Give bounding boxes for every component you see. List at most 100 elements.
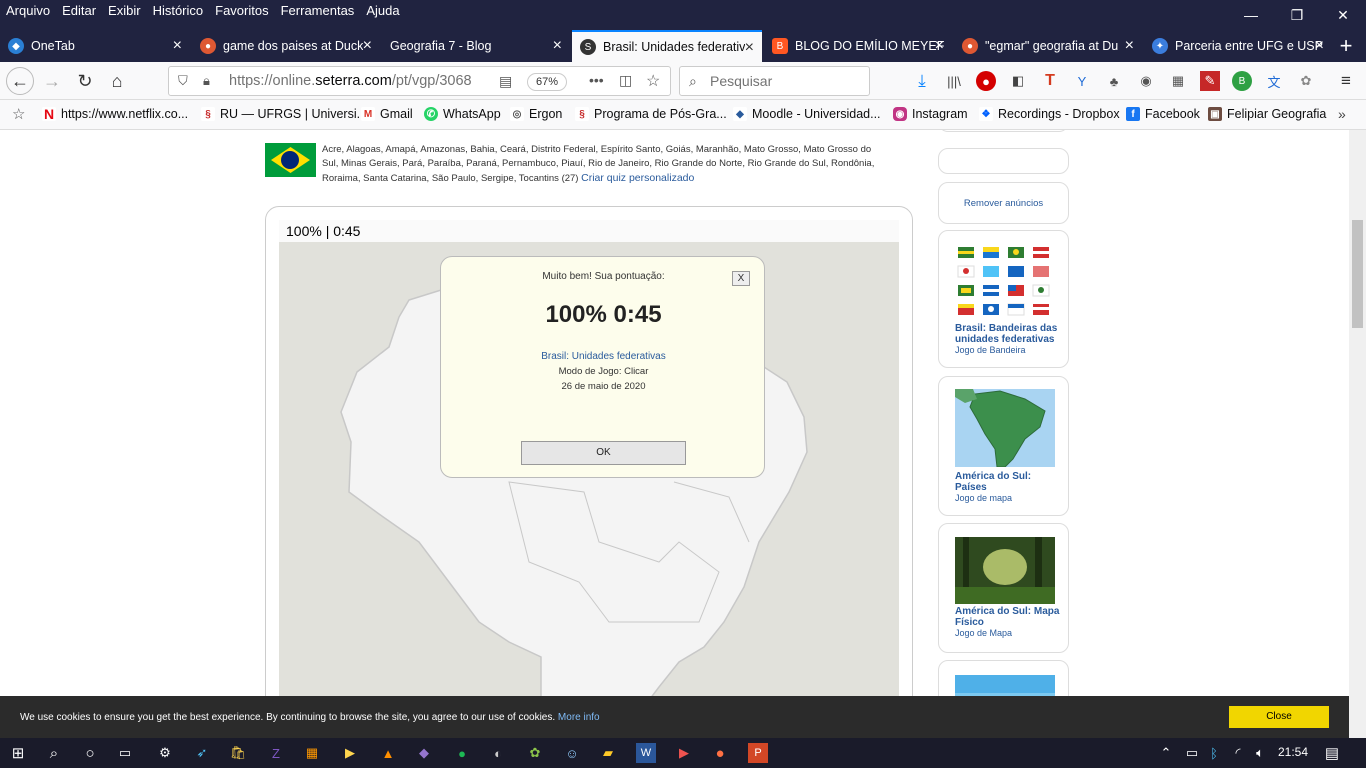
- text-extension-icon[interactable]: T: [1040, 71, 1060, 91]
- task-view-icon[interactable]: ▭: [115, 743, 135, 763]
- close-icon[interactable]: ×: [745, 39, 754, 57]
- download-icon[interactable]: ⤓: [912, 71, 932, 91]
- close-icon[interactable]: ×: [363, 37, 372, 55]
- tab-game-dos-paises[interactable]: ● game dos paises at Duck ×: [192, 30, 380, 62]
- app-z-icon[interactable]: Z: [266, 743, 286, 763]
- discord-icon[interactable]: ☺: [562, 743, 582, 763]
- wifi-icon[interactable]: ◜: [1228, 743, 1248, 763]
- tab-onetab[interactable]: ◆ OneTab ×: [0, 30, 190, 62]
- app-shark-icon[interactable]: ➶: [192, 743, 212, 763]
- card-title[interactable]: América do Sul: Mapa Físico: [955, 606, 1065, 628]
- cookie-more-info-link[interactable]: More info: [558, 712, 600, 723]
- battery-icon[interactable]: ▭: [1182, 743, 1202, 763]
- evernote-icon[interactable]: ♣: [1104, 71, 1124, 91]
- app-plant-icon[interactable]: ✿: [525, 743, 545, 763]
- menu-historico[interactable]: Histórico: [153, 3, 204, 18]
- custom-quiz-link[interactable]: Criar quiz personalizado: [581, 172, 694, 184]
- tab-geografia-7[interactable]: Geografia 7 - Blog ×: [382, 30, 570, 62]
- extension-puzzle-icon[interactable]: ✿: [1296, 71, 1316, 91]
- volume-icon[interactable]: 🔈︎: [1250, 743, 1270, 763]
- app-circle-icon[interactable]: ◐: [488, 743, 508, 763]
- video-editor-icon[interactable]: ▶: [674, 743, 694, 763]
- bookmark-star-icon[interactable]: ☆: [646, 71, 660, 91]
- more-bookmarks-icon[interactable]: »: [1338, 106, 1346, 122]
- close-icon[interactable]: ×: [173, 37, 182, 55]
- close-icon[interactable]: ×: [1125, 37, 1134, 55]
- bookmark-pos-graduacao[interactable]: § Programa de Pós-Gra...: [575, 107, 727, 121]
- extension-red-icon[interactable]: ✎: [1200, 71, 1220, 91]
- card-title[interactable]: América do Sul: Países: [955, 471, 1065, 493]
- media-player-icon[interactable]: ▶: [340, 743, 360, 763]
- bookmarks-star-icon[interactable]: ☆: [12, 105, 25, 123]
- translate-icon[interactable]: 文: [1264, 71, 1284, 91]
- notifications-icon[interactable]: ▤: [1322, 743, 1342, 763]
- search-icon[interactable]: ⌕: [44, 743, 64, 763]
- tracking-shield-icon[interactable]: ⛉: [178, 73, 188, 89]
- bookmark-moodle[interactable]: ◆ Moodle - Universidad...: [733, 107, 881, 121]
- bookmark-instagram[interactable]: ◉ Instagram: [893, 107, 968, 121]
- app-diamond-icon[interactable]: ◆: [414, 743, 434, 763]
- file-explorer-icon[interactable]: ▰: [598, 743, 618, 763]
- menu-editar[interactable]: Editar: [62, 3, 96, 18]
- sidebar-icon[interactable]: ◧: [1008, 71, 1028, 91]
- lock-icon[interactable]: 🔒︎: [203, 73, 210, 89]
- url-bar[interactable]: ⛉ 🔒︎ https://online.seterra.com/pt/vgp/3…: [168, 66, 671, 96]
- windows-start-icon[interactable]: ⊞: [8, 743, 28, 763]
- powerpoint-icon[interactable]: P: [748, 743, 768, 763]
- reader-view-icon[interactable]: ▤: [499, 73, 512, 90]
- word-icon[interactable]: W: [636, 743, 656, 763]
- taskbar-clock[interactable]: 21:54: [1278, 745, 1308, 759]
- page-actions-icon[interactable]: •••: [589, 72, 604, 88]
- back-button[interactable]: ←: [6, 67, 34, 95]
- close-window-button[interactable]: ✕: [1320, 0, 1366, 30]
- page-scrollbar[interactable]: [1349, 130, 1366, 738]
- library-icon[interactable]: |||\: [944, 71, 964, 91]
- bookmark-netflix[interactable]: Nhttps://www.netflix.co...: [42, 106, 188, 122]
- close-icon[interactable]: ×: [1315, 37, 1324, 55]
- close-icon[interactable]: ×: [553, 37, 562, 55]
- store-icon[interactable]: 🛍︎: [228, 743, 248, 763]
- close-icon[interactable]: ×: [935, 37, 944, 55]
- firefox-icon[interactable]: ●: [710, 743, 730, 763]
- search-input[interactable]: ⌕ Pesquisar: [679, 66, 870, 96]
- settings-gear-icon[interactable]: ⚙: [155, 743, 175, 763]
- quiz-title-link[interactable]: Brasil: Unidades federativas: [441, 351, 766, 362]
- minimize-button[interactable]: —: [1228, 0, 1274, 30]
- pocket-icon[interactable]: ◫: [619, 72, 632, 89]
- account-icon[interactable]: ◉: [1136, 71, 1156, 91]
- bookmark-ru-ufrgs[interactable]: § RU — UFRGS | Universi...: [201, 107, 367, 121]
- home-button[interactable]: ⌂: [103, 67, 131, 95]
- sidebar-card-america-sul-paises[interactable]: América do Sul: Países Jogo de mapa: [938, 376, 1069, 516]
- paint-icon[interactable]: ▦: [302, 743, 322, 763]
- menu-ajuda[interactable]: Ajuda: [366, 3, 399, 18]
- tab-brasil-unidades[interactable]: S Brasil: Unidades federativ ×: [572, 30, 762, 62]
- bluetooth-icon[interactable]: ᛒ: [1204, 743, 1224, 763]
- bookmark-ergon[interactable]: ◎ Ergon: [510, 107, 562, 121]
- bookmark-facebook[interactable]: f Facebook: [1126, 107, 1200, 121]
- bookmark-gmail[interactable]: M Gmail: [361, 107, 413, 121]
- spotify-icon[interactable]: ●: [452, 743, 472, 763]
- tab-blog-emilio[interactable]: B BLOG DO EMÍLIO MEYEF ×: [764, 30, 952, 62]
- ok-button[interactable]: OK: [521, 441, 686, 465]
- card-title[interactable]: Brasil: Bandeiras das unidades federativ…: [955, 323, 1065, 345]
- sidebar-card-america-sul-fisico[interactable]: América do Sul: Mapa Físico Jogo de Mapa: [938, 523, 1069, 653]
- hamburger-menu-icon[interactable]: ≡: [1336, 71, 1356, 91]
- ublock-icon[interactable]: ●: [976, 71, 996, 91]
- menu-arquivo[interactable]: Arquivo: [6, 3, 50, 18]
- tab-egmar-geografia[interactable]: ● "egmar" geografia at Du ×: [954, 30, 1142, 62]
- bookmark-felipiar[interactable]: ▣ Felipiar Geografia: [1208, 107, 1326, 121]
- new-tab-button[interactable]: +: [1326, 30, 1366, 62]
- calendar-icon[interactable]: ▦: [1168, 71, 1188, 91]
- restore-button[interactable]: ❐: [1274, 0, 1320, 30]
- remove-ads-button[interactable]: Remover anúncios: [938, 182, 1069, 224]
- extension-green-icon[interactable]: B: [1232, 71, 1252, 91]
- scrollbar-thumb[interactable]: [1352, 220, 1363, 328]
- bookmark-dropbox[interactable]: ❖ Recordings - Dropbox: [979, 107, 1120, 121]
- bookmark-whatsapp[interactable]: ✆ WhatsApp: [424, 107, 501, 121]
- forward-button[interactable]: →: [38, 67, 66, 95]
- vlc-icon[interactable]: ▲: [378, 743, 398, 763]
- menu-ferramentas[interactable]: Ferramentas: [281, 3, 355, 18]
- cortana-icon[interactable]: ○: [80, 743, 100, 763]
- sidebar-card-bandeiras[interactable]: Brasil: Bandeiras das unidades federativ…: [938, 230, 1069, 368]
- tray-chevron-icon[interactable]: ⌃: [1156, 743, 1176, 763]
